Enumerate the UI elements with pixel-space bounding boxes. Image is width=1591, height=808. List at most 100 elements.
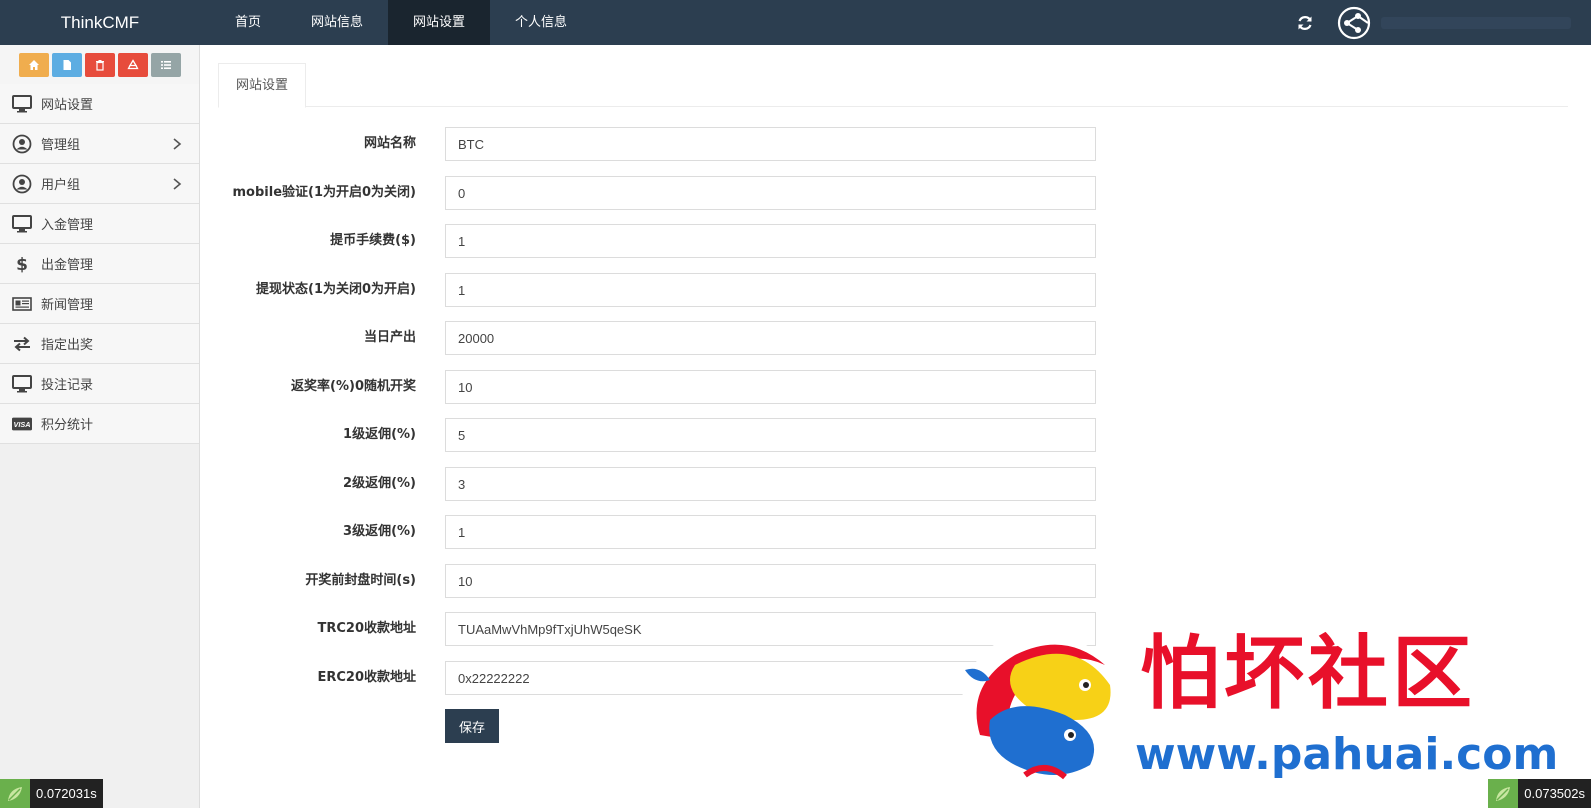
field-label: ERC20收款地址 — [317, 670, 416, 685]
monitor-icon — [12, 214, 32, 234]
dollar-icon: $ — [12, 254, 32, 274]
home-icon — [28, 59, 39, 70]
nav-personal-info[interactable]: 个人信息 — [490, 0, 592, 45]
chevron-right-icon — [173, 178, 182, 190]
form-row: 提币手续费($) — [218, 224, 1118, 258]
field-label: 开奖前封盘时间(s) — [305, 573, 416, 588]
form-row: 返奖率(%)0随机开奖 — [218, 370, 1118, 404]
sidebar-item-label: 新闻管理 — [41, 298, 94, 313]
level2-commission-input[interactable] — [445, 467, 1096, 501]
koi-fish-logo-icon — [962, 631, 1118, 780]
leaf-logo-icon — [0, 779, 30, 808]
level1-commission-input[interactable] — [445, 418, 1096, 452]
form-row: 开奖前封盘时间(s) — [218, 564, 1118, 598]
refresh-icon[interactable] — [1295, 13, 1315, 33]
sidebar-item-label: 出金管理 — [41, 258, 94, 273]
debug-timer-left: 0.072031s — [0, 779, 103, 808]
field-label: 当日产出 — [363, 330, 416, 345]
form-row: 1级返佣(%) — [218, 418, 1118, 452]
sidebar-shortcuts — [0, 45, 199, 84]
field-label: 2级返佣(%) — [343, 476, 416, 491]
field-label: mobile验证(1为开启0为关闭) — [232, 185, 417, 200]
debug-timer-right: 0.073502s — [1488, 779, 1591, 808]
main-content: 网站设置 网站名称 mobile验证(1为开启0为关闭) 提币手续费($) 提现… — [218, 63, 1568, 743]
shortcut-list-button[interactable] — [150, 52, 181, 77]
sidebar: 网站设置 管理组 用户组 入金管理 $ 出金管理 新闻管理 指定出奖 投注记录 … — [0, 45, 200, 808]
sidebar-item-admin-group[interactable]: 管理组 — [0, 124, 199, 164]
sidebar-item-site-settings[interactable]: 网站设置 — [0, 84, 199, 124]
sidebar-item-label: 指定出奖 — [41, 338, 94, 353]
sidebar-item-label: 积分统计 — [41, 418, 94, 433]
field-label: 提现状态(1为关闭0为开启) — [256, 282, 416, 297]
sidebar-item-points-stats[interactable]: VISA 积分统计 — [0, 404, 199, 444]
sidebar-item-bet-records[interactable]: 投注记录 — [0, 364, 199, 404]
field-label: TRC20收款地址 — [317, 621, 416, 636]
watermark: 怕坏社区 www.pahuai.com — [955, 625, 1565, 780]
tab-bar: 网站设置 — [218, 63, 1568, 108]
sidebar-item-withdraw[interactable]: $ 出金管理 — [0, 244, 199, 284]
brand-logo[interactable]: ThinkCMF — [0, 13, 200, 33]
close-before-draw-input[interactable] — [445, 564, 1096, 598]
withdraw-status-input[interactable] — [445, 273, 1096, 307]
field-label: 3级返佣(%) — [343, 524, 416, 539]
svg-text:$: $ — [16, 255, 28, 274]
visa-icon: VISA — [12, 414, 32, 434]
save-button[interactable]: 保存 — [445, 709, 499, 743]
sidebar-item-label: 网站设置 — [41, 98, 94, 113]
watermark-url: www.pahuai.com — [1135, 729, 1559, 780]
user-menu-blurred[interactable] — [1381, 16, 1571, 29]
share-icon[interactable] — [1337, 6, 1371, 40]
trash-icon — [95, 59, 104, 71]
daily-output-input[interactable] — [445, 321, 1096, 355]
nav-site-settings[interactable]: 网站设置 — [388, 0, 491, 45]
monitor-icon — [12, 94, 32, 114]
erc20-address-input[interactable] — [445, 661, 1096, 695]
exchange-icon — [12, 334, 32, 354]
svg-text:VISA: VISA — [14, 420, 31, 429]
shortcut-file-button[interactable] — [51, 52, 82, 77]
field-label: 网站名称 — [363, 136, 416, 151]
shortcut-home-button[interactable] — [18, 52, 49, 77]
file-icon — [63, 59, 71, 70]
form-row: 网站名称 — [218, 127, 1118, 161]
watermark-title: 怕坏社区 — [1140, 626, 1476, 720]
list-icon — [160, 60, 171, 69]
payout-rate-input[interactable] — [445, 370, 1096, 404]
form-row: 当日产出 — [218, 321, 1118, 355]
tab-site-settings[interactable]: 网站设置 — [218, 63, 306, 108]
form-row: TRC20收款地址 — [218, 612, 1118, 646]
trc20-address-input[interactable] — [445, 612, 1096, 646]
recycle-icon — [126, 58, 139, 69]
mobile-verify-input[interactable] — [445, 176, 1096, 210]
newspaper-icon — [12, 294, 32, 314]
field-label: 提币手续费($) — [330, 233, 416, 248]
form-row: 提现状态(1为关闭0为开启) — [218, 273, 1118, 307]
sidebar-item-user-group[interactable]: 用户组 — [0, 164, 199, 204]
sidebar-item-label: 投注记录 — [41, 378, 94, 393]
form-row: ERC20收款地址 — [218, 661, 1118, 695]
shortcut-trash-button[interactable] — [84, 52, 115, 77]
sidebar-item-news[interactable]: 新闻管理 — [0, 284, 199, 324]
withdraw-fee-input[interactable] — [445, 224, 1096, 258]
field-label: 1级返佣(%) — [343, 427, 416, 442]
debug-timer-value: 0.073502s — [1518, 779, 1591, 808]
top-nav: 首页 网站信息 网站设置 个人信息 — [210, 0, 592, 45]
chevron-right-icon — [173, 138, 182, 150]
field-label: 返奖率(%)0随机开奖 — [291, 379, 416, 394]
top-navbar: ThinkCMF 首页 网站信息 网站设置 个人信息 — [0, 0, 1591, 45]
sidebar-item-deposit[interactable]: 入金管理 — [0, 204, 199, 244]
sidebar-item-label: 管理组 — [41, 138, 81, 153]
sidebar-item-designated-prize[interactable]: 指定出奖 — [0, 324, 199, 364]
level3-commission-input[interactable] — [445, 515, 1096, 549]
debug-timer-value: 0.072031s — [30, 779, 103, 808]
nav-site-info[interactable]: 网站信息 — [286, 0, 388, 45]
shortcut-recycle-button[interactable] — [117, 52, 148, 77]
top-right-actions — [1295, 0, 1591, 45]
form-row: mobile验证(1为开启0为关闭) — [218, 176, 1118, 210]
leaf-logo-icon — [1488, 779, 1519, 808]
user-circle-icon — [12, 134, 32, 154]
sidebar-item-label: 用户组 — [41, 178, 81, 193]
nav-home[interactable]: 首页 — [210, 0, 286, 45]
site-name-input[interactable] — [445, 127, 1096, 161]
sidebar-item-label: 入金管理 — [41, 218, 94, 233]
